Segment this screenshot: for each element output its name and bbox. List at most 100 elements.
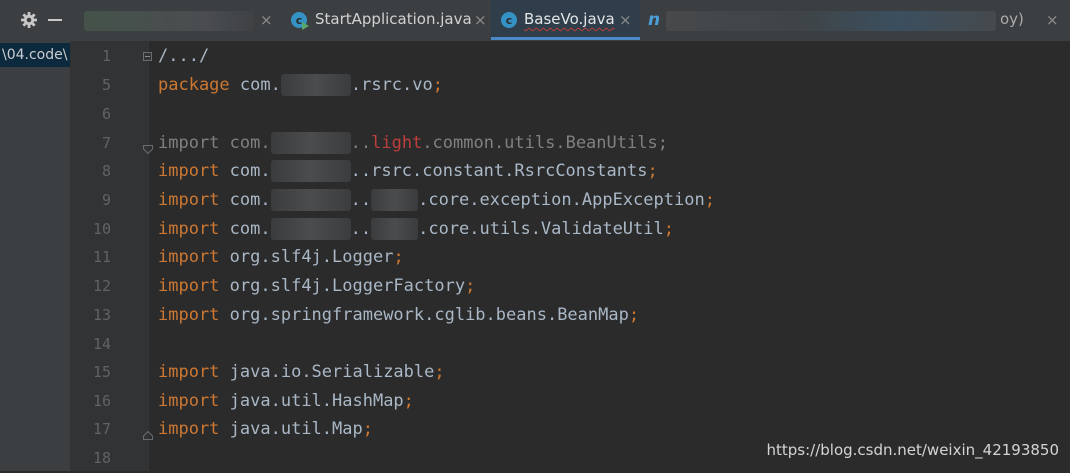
import-path: java.io.Serializable <box>229 362 435 382</box>
gear-icon[interactable] <box>20 11 38 29</box>
keyword: import <box>158 391 220 411</box>
package-prefix: com. <box>239 75 281 95</box>
import-line: import org.slf4j.LoggerFactory; <box>158 272 475 301</box>
import-path: java.util.HashMap <box>229 391 404 411</box>
redacted-text <box>371 218 419 240</box>
import-line: import com... .core.utils.ValidateUtil; <box>158 215 674 244</box>
keyword: import <box>158 133 220 153</box>
line-number: 8 <box>101 162 111 180</box>
semicolon: ; <box>704 190 715 210</box>
redacted-text <box>270 189 351 211</box>
semicolon: ; <box>362 419 373 439</box>
import-path: ..rsrc.constant.RsrcConstants <box>350 161 648 181</box>
code-editor[interactable]: 1 5 6 7 8 9 10 11 12 13 14 15 16 17 18 /… <box>71 41 1070 471</box>
n-file-icon: n <box>648 10 661 30</box>
import-path: com. <box>229 190 271 210</box>
close-tab-icon[interactable]: × <box>619 12 632 28</box>
import-path: org.slf4j.Logger <box>229 247 394 267</box>
semicolon: ; <box>393 247 404 267</box>
keyword: import <box>158 247 220 267</box>
project-tool-window: \04.code\ <box>0 0 71 471</box>
keyword: package <box>158 75 230 95</box>
import-path: .. <box>350 190 372 210</box>
editor-tab-bar: × c StartApplication.java × c BaseVo.jav… <box>70 0 1070 42</box>
semicolon: ; <box>663 219 674 239</box>
tab-label: BaseVo.java <box>524 10 615 28</box>
semicolon: ; <box>432 75 443 95</box>
semicolon: ; <box>647 161 658 181</box>
import-path: .core.exception.AppException <box>418 190 705 210</box>
line-number: 14 <box>92 335 111 353</box>
project-tree-selected-path[interactable]: \04.code\ <box>0 43 70 67</box>
line-number: 10 <box>92 220 111 238</box>
import-path: .core.utils.ValidateUtil <box>418 219 664 239</box>
editor-tab-obscured[interactable]: × <box>70 0 280 40</box>
redacted-text <box>270 160 351 182</box>
keyword: import <box>158 276 220 296</box>
svg-text:c: c <box>506 14 513 27</box>
folded-header-line: /.../ <box>158 42 209 71</box>
redacted-text <box>280 74 351 96</box>
import-line: import java.io.Serializable; <box>158 358 445 387</box>
import-path: org.springframework.cglib.beans.BeanMap <box>229 305 629 325</box>
line-number: 11 <box>92 248 111 266</box>
svg-text:c: c <box>296 14 303 27</box>
editor-tab-basevo-active[interactable]: c BaseVo.java × <box>491 0 640 40</box>
obscured-tab-label <box>666 11 996 31</box>
import-path: .. <box>350 133 372 153</box>
import-line: import com. ..light.common.utils.BeanUtil… <box>158 129 668 158</box>
semicolon: ; <box>657 133 668 153</box>
import-line: import org.springframework.cglib.beans.B… <box>158 301 639 330</box>
import-path: com. <box>229 219 271 239</box>
keyword: import <box>158 362 220 382</box>
import-line: import org.slf4j.Logger; <box>158 243 404 272</box>
hide-panel-icon[interactable] <box>48 19 62 21</box>
line-number: 17 <box>92 420 111 438</box>
line-number: 7 <box>101 134 111 152</box>
obscured-tab-label <box>84 11 254 31</box>
redacted-text <box>270 218 351 240</box>
editor-tab-partially-obscured[interactable]: n oy) × <box>644 0 1070 40</box>
line-number: 5 <box>101 76 111 94</box>
editor-tab-start-application[interactable]: c StartApplication.java × <box>285 0 492 40</box>
java-class-run-icon: c <box>290 11 310 35</box>
semicolon: ; <box>628 305 640 325</box>
keyword: import <box>158 190 220 210</box>
tab-label: StartApplication.java <box>315 10 472 28</box>
import-line: import com. ..rsrc.constant.RsrcConstants… <box>158 157 658 186</box>
import-line: import com... .core.exception.AppExceptio… <box>158 186 715 215</box>
package-suffix: .rsrc.vo <box>350 75 433 95</box>
close-tab-icon[interactable]: × <box>260 12 273 28</box>
keyword: import <box>158 305 220 325</box>
keyword: import <box>158 419 220 439</box>
watermark-text: https://blog.csdn.net/weixin_42193850 <box>766 441 1059 459</box>
keyword: import <box>158 219 220 239</box>
import-path: java.util.Map <box>229 419 363 439</box>
import-path: com. <box>229 161 271 181</box>
redacted-text <box>270 132 351 154</box>
code-text-area[interactable]: /.../ package com. .rsrc.vo; import com..… <box>149 41 1070 471</box>
semicolon: ; <box>465 276 476 296</box>
line-number: 12 <box>92 277 111 295</box>
java-class-icon: c <box>500 11 518 33</box>
line-number: 6 <box>101 105 111 123</box>
semicolon: ; <box>434 362 445 382</box>
import-path: org.slf4j.LoggerFactory <box>229 276 466 296</box>
close-tab-icon[interactable]: × <box>1046 12 1059 28</box>
semicolon: ; <box>403 391 414 411</box>
line-number: 18 <box>92 449 111 467</box>
line-number: 15 <box>92 363 111 381</box>
line-number: 9 <box>101 191 111 209</box>
import-path: .common.utils.BeanUtils <box>422 133 658 153</box>
package-line: package com. .rsrc.vo; <box>158 71 443 100</box>
unresolved-symbol: light <box>371 133 423 153</box>
keyword: import <box>158 161 220 181</box>
line-number: 1 <box>101 47 111 65</box>
line-number-gutter: 1 5 6 7 8 9 10 11 12 13 14 15 16 17 18 <box>71 41 153 471</box>
tab-label-tail: oy) <box>1000 10 1024 28</box>
import-path: .. <box>350 219 372 239</box>
folded-comment[interactable]: /.../ <box>158 46 209 66</box>
close-tab-icon[interactable]: × <box>474 12 487 28</box>
redacted-text <box>371 189 419 211</box>
line-number: 13 <box>92 306 111 324</box>
